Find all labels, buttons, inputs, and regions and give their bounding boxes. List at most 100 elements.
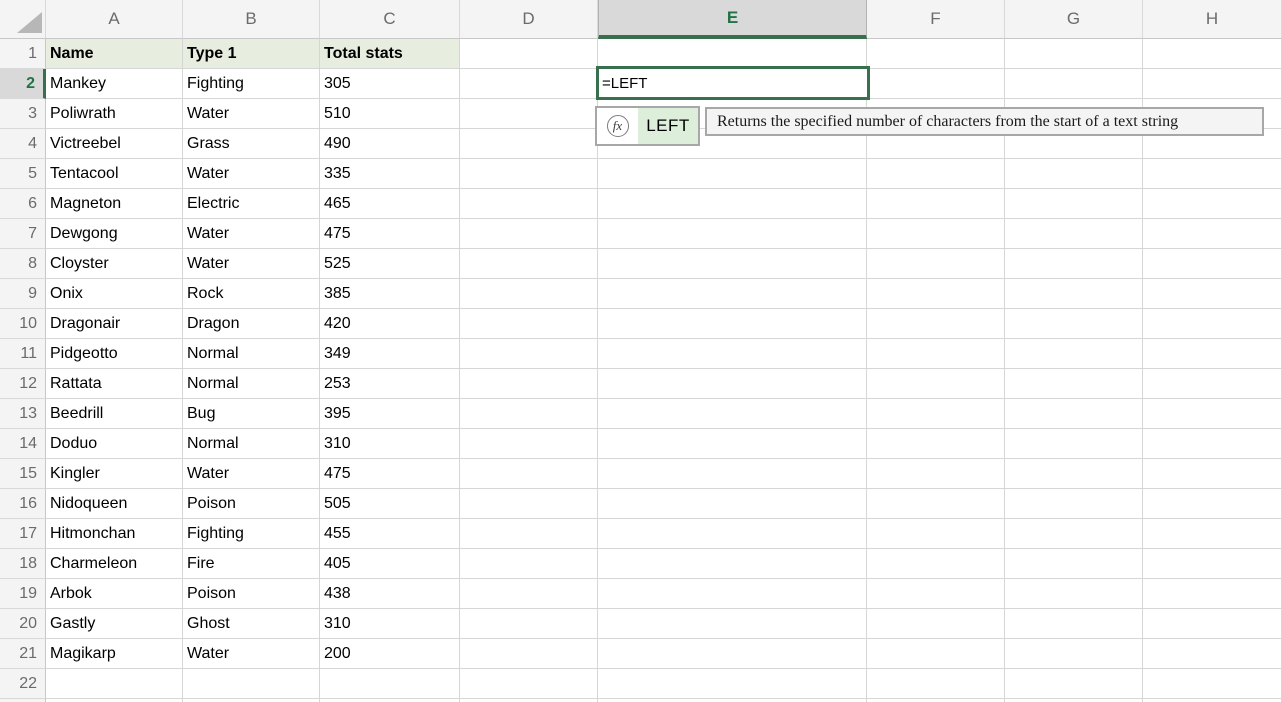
cell-F6[interactable]: [867, 189, 1005, 219]
cell-C13[interactable]: 395: [320, 399, 460, 429]
cell-C10[interactable]: 420: [320, 309, 460, 339]
cell-F8[interactable]: [867, 249, 1005, 279]
row-header-20[interactable]: 20: [0, 609, 46, 639]
cell-F2[interactable]: [867, 69, 1005, 99]
cell-B14[interactable]: Normal: [183, 429, 320, 459]
cell-E9[interactable]: [598, 279, 867, 309]
cell-D2[interactable]: [460, 69, 598, 99]
cell-A22[interactable]: [46, 669, 183, 699]
cell-G8[interactable]: [1005, 249, 1143, 279]
cell-B4[interactable]: Grass: [183, 129, 320, 159]
cell-C9[interactable]: 385: [320, 279, 460, 309]
column-header-A[interactable]: A: [46, 0, 183, 39]
cell-H15[interactable]: [1143, 459, 1282, 489]
cell-G18[interactable]: [1005, 549, 1143, 579]
cell-F17[interactable]: [867, 519, 1005, 549]
cell-B15[interactable]: Water: [183, 459, 320, 489]
row-header-9[interactable]: 9: [0, 279, 46, 309]
cell-G10[interactable]: [1005, 309, 1143, 339]
cell-A3[interactable]: Poliwrath: [46, 99, 183, 129]
cell-B20[interactable]: Ghost: [183, 609, 320, 639]
cell-D5[interactable]: [460, 159, 598, 189]
cell-B16[interactable]: Poison: [183, 489, 320, 519]
cell-B22[interactable]: [183, 669, 320, 699]
column-header-C[interactable]: C: [320, 0, 460, 39]
cell-C8[interactable]: 525: [320, 249, 460, 279]
cell-H20[interactable]: [1143, 609, 1282, 639]
cell-F10[interactable]: [867, 309, 1005, 339]
cell-B9[interactable]: Rock: [183, 279, 320, 309]
cell-C5[interactable]: 335: [320, 159, 460, 189]
row-header-11[interactable]: 11: [0, 339, 46, 369]
cell-A13[interactable]: Beedrill: [46, 399, 183, 429]
cell-G15[interactable]: [1005, 459, 1143, 489]
cell-B6[interactable]: Electric: [183, 189, 320, 219]
cell-C6[interactable]: 465: [320, 189, 460, 219]
cell-G6[interactable]: [1005, 189, 1143, 219]
cell-D4[interactable]: [460, 129, 598, 159]
cell-E10[interactable]: [598, 309, 867, 339]
cell-F20[interactable]: [867, 609, 1005, 639]
cell-D22[interactable]: [460, 669, 598, 699]
cell-D8[interactable]: [460, 249, 598, 279]
cell-C4[interactable]: 490: [320, 129, 460, 159]
cell-G21[interactable]: [1005, 639, 1143, 669]
cell-B17[interactable]: Fighting: [183, 519, 320, 549]
cell-H8[interactable]: [1143, 249, 1282, 279]
cell-E15[interactable]: [598, 459, 867, 489]
cell-H5[interactable]: [1143, 159, 1282, 189]
cell-D16[interactable]: [460, 489, 598, 519]
cell-G2[interactable]: [1005, 69, 1143, 99]
cell-B5[interactable]: Water: [183, 159, 320, 189]
cell-D18[interactable]: [460, 549, 598, 579]
cell-H13[interactable]: [1143, 399, 1282, 429]
cell-G12[interactable]: [1005, 369, 1143, 399]
function-autocomplete-item[interactable]: fx LEFT: [595, 106, 700, 146]
cell-H17[interactable]: [1143, 519, 1282, 549]
cell-A4[interactable]: Victreebel: [46, 129, 183, 159]
cell-E7[interactable]: [598, 219, 867, 249]
cell-C1[interactable]: Total stats: [320, 39, 460, 69]
row-header-19[interactable]: 19: [0, 579, 46, 609]
cell-C7[interactable]: 475: [320, 219, 460, 249]
cell-D12[interactable]: [460, 369, 598, 399]
cell-F16[interactable]: [867, 489, 1005, 519]
cell-B12[interactable]: Normal: [183, 369, 320, 399]
cell-F13[interactable]: [867, 399, 1005, 429]
cell-E17[interactable]: [598, 519, 867, 549]
cell-B13[interactable]: Bug: [183, 399, 320, 429]
active-cell-editor[interactable]: =LEFT: [596, 66, 870, 100]
cell-C11[interactable]: 349: [320, 339, 460, 369]
row-header-15[interactable]: 15: [0, 459, 46, 489]
cell-A12[interactable]: Rattata: [46, 369, 183, 399]
cell-G1[interactable]: [1005, 39, 1143, 69]
cell-A19[interactable]: Arbok: [46, 579, 183, 609]
cell-B19[interactable]: Poison: [183, 579, 320, 609]
cell-D17[interactable]: [460, 519, 598, 549]
row-header-1[interactable]: 1: [0, 39, 46, 69]
cell-F14[interactable]: [867, 429, 1005, 459]
cell-D1[interactable]: [460, 39, 598, 69]
cell-F11[interactable]: [867, 339, 1005, 369]
row-header-4[interactable]: 4: [0, 129, 46, 159]
cell-B7[interactable]: Water: [183, 219, 320, 249]
row-header-10[interactable]: 10: [0, 309, 46, 339]
cell-C14[interactable]: 310: [320, 429, 460, 459]
cell-G16[interactable]: [1005, 489, 1143, 519]
cell-F15[interactable]: [867, 459, 1005, 489]
cell-F9[interactable]: [867, 279, 1005, 309]
row-header-14[interactable]: 14: [0, 429, 46, 459]
cell-B11[interactable]: Normal: [183, 339, 320, 369]
cell-H9[interactable]: [1143, 279, 1282, 309]
row-header-17[interactable]: 17: [0, 519, 46, 549]
cell-E14[interactable]: [598, 429, 867, 459]
cell-E11[interactable]: [598, 339, 867, 369]
autocomplete-function-name[interactable]: LEFT: [638, 108, 698, 144]
cell-B1[interactable]: Type 1: [183, 39, 320, 69]
cell-E16[interactable]: [598, 489, 867, 519]
cell-H2[interactable]: [1143, 69, 1282, 99]
row-header-2[interactable]: 2: [0, 69, 46, 99]
cell-B21[interactable]: Water: [183, 639, 320, 669]
cell-F5[interactable]: [867, 159, 1005, 189]
row-header-22[interactable]: 22: [0, 669, 46, 699]
